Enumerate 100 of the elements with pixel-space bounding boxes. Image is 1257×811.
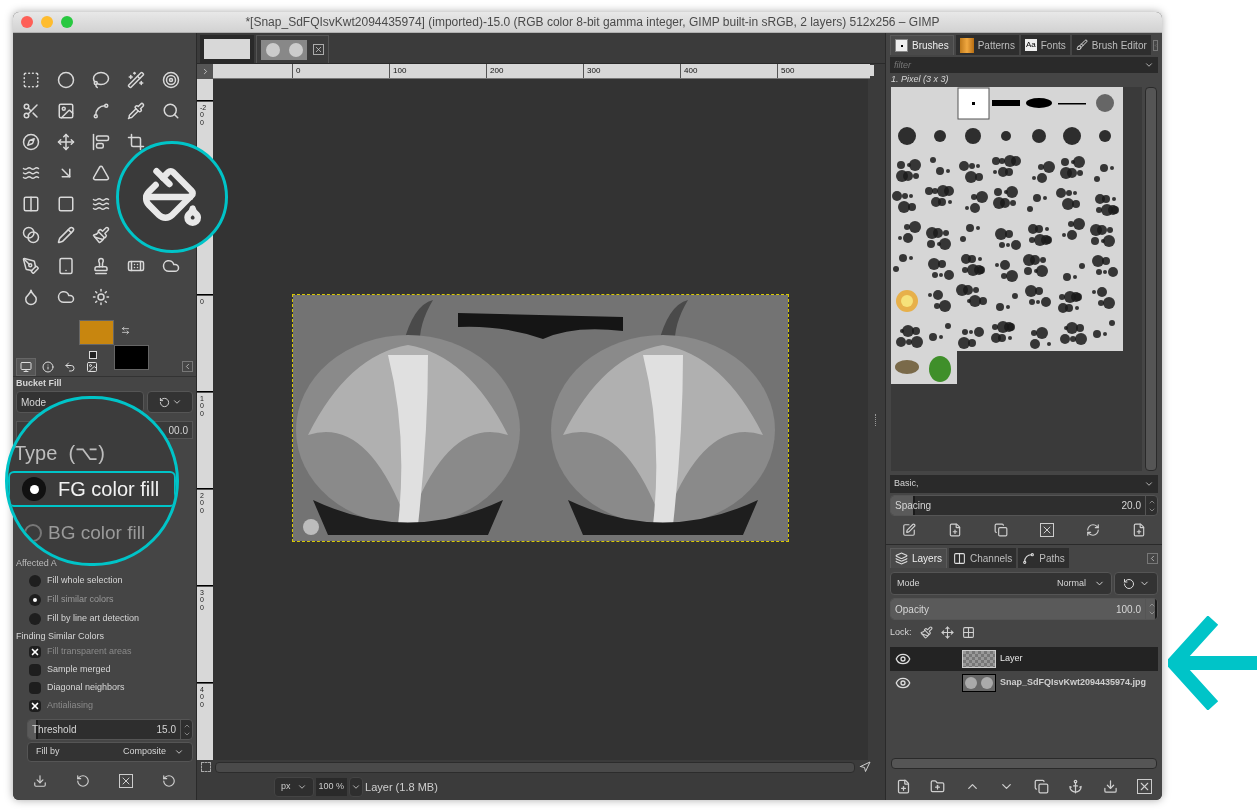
save-icon[interactable] — [33, 774, 48, 788]
threshold-slider[interactable]: Threshold 15.0 — [27, 719, 193, 740]
layer-row[interactable]: Layer — [890, 647, 1158, 671]
lock-pixels-icon[interactable] — [919, 626, 933, 639]
lock-alpha-icon[interactable] — [961, 626, 975, 639]
gradient-icon[interactable] — [21, 225, 40, 244]
decrement-icon[interactable] — [1147, 609, 1156, 617]
new-layer-icon[interactable] — [895, 778, 911, 794]
section-heading: Affected A — [15, 557, 58, 570]
slider-value: 20.0 — [1121, 499, 1142, 513]
visibility-eye-icon[interactable] — [895, 651, 911, 667]
new-group-icon[interactable] — [930, 778, 946, 794]
checkbox[interactable] — [29, 682, 41, 694]
visibility-eye-icon[interactable] — [895, 675, 911, 691]
align-icon[interactable] — [91, 132, 110, 151]
anchor-icon[interactable] — [1068, 778, 1084, 794]
dock-tab[interactable]: Brush Editor — [1071, 35, 1151, 55]
dock-tab[interactable]: Layers — [890, 548, 947, 568]
radio-button[interactable] — [29, 574, 41, 587]
restore-icon[interactable] — [76, 774, 91, 788]
open-as-image-icon[interactable] — [1132, 523, 1146, 537]
ink-icon[interactable] — [21, 256, 40, 275]
dock-menu-icon[interactable] — [1147, 553, 1158, 564]
compass-icon[interactable] — [21, 132, 40, 151]
delete-icon[interactable] — [1040, 523, 1054, 537]
horizontal-scrollbar[interactable] — [215, 761, 855, 773]
image-tab[interactable] — [200, 35, 254, 63]
default-colors-icon[interactable] — [89, 351, 97, 359]
option-label: Fill by line art detection — [47, 611, 140, 625]
perspective-icon[interactable] — [91, 163, 110, 182]
rectangle-select-icon[interactable] — [21, 70, 40, 89]
tag-dropdown[interactable]: Basic, — [890, 475, 1158, 493]
radio-button[interactable] — [22, 477, 46, 501]
option-row[interactable]: BG color fill — [8, 515, 176, 551]
new-icon[interactable] — [948, 523, 962, 537]
zoom-field[interactable]: 100 % — [315, 778, 348, 796]
unit-dropdown[interactable]: px — [274, 777, 314, 797]
dock-tab[interactable]: Patterns — [955, 35, 1019, 55]
spacing-slider[interactable]: Spacing 20.0 — [890, 495, 1158, 516]
edit-icon[interactable] — [902, 523, 916, 537]
dock-menu-icon[interactable] — [182, 361, 193, 372]
cage-icon[interactable] — [56, 194, 75, 213]
image-tab[interactable] — [256, 35, 329, 63]
vertical-scrollbar[interactable] — [1145, 87, 1157, 471]
stamp-icon[interactable] — [91, 256, 110, 275]
ruler-label: 500 — [781, 65, 874, 76]
close-icon[interactable] — [313, 44, 324, 55]
duplicate-icon[interactable] — [994, 523, 1008, 537]
radio-button[interactable] — [29, 593, 41, 606]
crop-icon[interactable] — [126, 132, 145, 151]
panel-title: Bucket Fill — [15, 377, 63, 390]
zoom-icon[interactable] — [161, 101, 180, 120]
ellipse-select-icon[interactable] — [56, 70, 75, 89]
refresh-icon[interactable] — [1086, 523, 1100, 537]
swap-colors-icon[interactable] — [121, 326, 130, 335]
dock-tab[interactable] — [16, 357, 36, 376]
increment-icon[interactable] — [1147, 601, 1156, 609]
tool-options-icon — [20, 360, 32, 373]
dock-tab[interactable]: Aa Fonts — [1020, 35, 1070, 55]
foreground-color-swatch[interactable] — [79, 320, 114, 345]
magic-wand-icon[interactable] — [126, 70, 145, 89]
mask-icon[interactable] — [201, 762, 211, 772]
horizontal-scrollbar[interactable] — [891, 758, 1157, 769]
background-color-swatch[interactable] — [114, 345, 149, 370]
dodge-icon[interactable] — [91, 287, 110, 306]
eyedropper-icon[interactable] — [126, 101, 145, 120]
lock-position-icon[interactable] — [940, 626, 954, 639]
composite-mode-dropdown[interactable] — [1114, 572, 1158, 595]
navigate-icon[interactable] — [859, 761, 871, 773]
delete-icon[interactable] — [118, 774, 133, 788]
scissors-icon[interactable] — [21, 101, 40, 120]
checkbox[interactable] — [29, 664, 41, 676]
dock-tab[interactable]: Brushes — [890, 35, 954, 55]
layer-mode-dropdown[interactable]: Mode Normal — [890, 572, 1112, 595]
opacity-slider[interactable]: Opacity 100.0 — [890, 598, 1158, 620]
paintbrush-icon[interactable] — [91, 225, 110, 244]
tablet-icon[interactable] — [56, 256, 75, 275]
pencil-icon[interactable] — [56, 225, 75, 244]
unified-transform-icon[interactable] — [21, 194, 40, 213]
brush-name: 1. Pixel (3 x 3) — [890, 73, 950, 86]
dock-tab[interactable]: Paths — [1018, 548, 1069, 568]
paths-icon — [1022, 551, 1036, 565]
layer-row[interactable]: Snap_SdFQIsvKwt2094435974.jpg — [890, 671, 1158, 695]
duplicate-icon[interactable] — [1033, 778, 1049, 794]
path-icon[interactable] — [91, 101, 110, 120]
reset-icon[interactable] — [161, 774, 176, 788]
fill-by-dropdown[interactable]: Fill by Composite — [27, 742, 193, 762]
radio-button[interactable] — [24, 524, 42, 542]
target-icon[interactable] — [161, 70, 180, 89]
quick-mask-toggle[interactable] — [197, 64, 213, 79]
dock-tab[interactable]: Channels — [949, 548, 1017, 568]
move-icon[interactable] — [56, 132, 75, 151]
merge-icon[interactable] — [1102, 778, 1118, 794]
paint-mode-dropdown[interactable] — [147, 391, 193, 413]
radio-button[interactable] — [29, 612, 41, 625]
option-row[interactable]: FG color fill — [8, 471, 176, 507]
channels-icon — [953, 551, 966, 565]
image-icon[interactable] — [56, 101, 75, 120]
delete-icon[interactable] — [1137, 778, 1153, 794]
lasso-icon[interactable] — [91, 70, 110, 89]
